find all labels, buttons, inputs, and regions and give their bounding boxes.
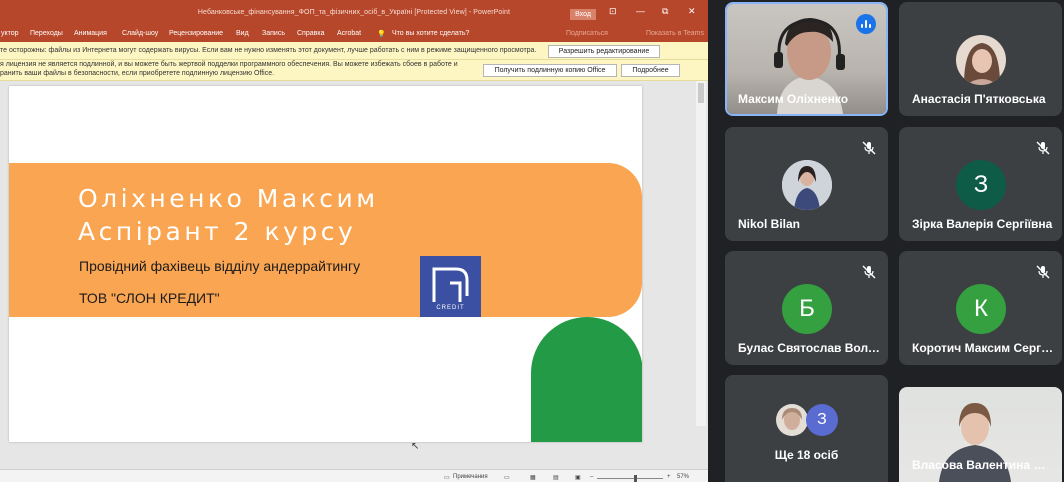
mic-off-icon — [1036, 265, 1050, 279]
license-message-line2: ранить ваши файлы в безопасности, если п… — [0, 70, 275, 77]
tab-acrobat[interactable]: Acrobat — [337, 30, 361, 37]
participant-name: Зірка Валерія Сергіївна — [912, 217, 1053, 231]
zoom-in-icon[interactable]: + — [667, 474, 671, 480]
zoom-level[interactable]: 57% — [677, 474, 689, 480]
slideshow-icon[interactable]: ▣ — [575, 474, 581, 481]
sign-hint: Подписаться — [566, 30, 608, 37]
ribbon-tabs: уктор Переходы Анимация Слайд-шоу Реценз… — [0, 28, 708, 42]
tab-view[interactable]: Вид — [236, 30, 249, 37]
participant-name: Коротич Максим Серг… — [912, 341, 1054, 355]
minimize-icon[interactable]: — — [636, 6, 645, 16]
zoom-slider[interactable] — [597, 478, 663, 479]
zoom-out-icon[interactable]: – — [590, 474, 593, 480]
notes-icon[interactable]: ▭ — [444, 474, 450, 481]
ribbon-display-icon[interactable]: ⊡ — [609, 6, 617, 17]
participant-name: Анастасія П'ятковська — [912, 92, 1046, 106]
tab-design[interactable]: уктор — [1, 30, 19, 37]
lightbulb-icon: 💡 — [377, 31, 386, 38]
avatar-photo — [956, 35, 1006, 85]
participant-tile-6[interactable]: К Коротич Максим Серг… — [899, 251, 1062, 365]
avatar-letter: З — [956, 160, 1006, 210]
avatar-letter: К — [956, 284, 1006, 334]
avatar-photo-image — [964, 43, 1000, 85]
green-arch-shape — [531, 317, 642, 442]
avatar-photo — [782, 160, 832, 210]
avatar-letter: Б — [782, 284, 832, 334]
mouse-cursor-icon: ↖ — [411, 441, 420, 452]
tab-animations[interactable]: Анимация — [74, 30, 107, 37]
participant-name: Булас Святослав Воло… — [738, 341, 880, 355]
participant-tile-5[interactable]: Б Булас Святослав Воло… — [725, 251, 888, 365]
reading-view-icon[interactable]: ▤ — [553, 474, 559, 481]
tab-slideshow[interactable]: Слайд-шоу — [122, 30, 158, 37]
powerpoint-window: Небанковське_фінансування_ФОП_та_фізични… — [0, 0, 708, 482]
zoom-slider-knob[interactable] — [634, 475, 637, 482]
title-bar: Небанковське_фінансування_ФОП_та_фізични… — [0, 0, 708, 28]
mic-off-icon — [1036, 141, 1050, 155]
speaking-indicator-icon — [856, 14, 876, 34]
slide-name-line: Оліхненко Максим — [78, 184, 379, 213]
license-warning-bar: я лицензия не является подлинной, и вы м… — [0, 60, 708, 81]
enable-editing-button[interactable]: Разрешить редактирование — [548, 45, 660, 58]
tab-help[interactable]: Справка — [297, 30, 324, 37]
tell-me-search[interactable]: Что вы хотите сделать? — [392, 30, 469, 37]
sign-in-button[interactable]: Вход — [570, 9, 596, 20]
tab-transitions[interactable]: Переходы — [30, 30, 63, 37]
avatar-photo-image — [782, 408, 802, 430]
status-bar: ▭ Примечания ▭ ▦ ▤ ▣ – + 57% — [0, 469, 708, 482]
participant-tile-4[interactable]: З Зірка Валерія Сергіївна — [899, 127, 1062, 241]
slide-role-line: Аспірант 2 курсу — [78, 217, 357, 246]
get-genuine-office-button[interactable]: Получить подлинную копию Office — [483, 64, 617, 77]
participant-name: Власова Валентина П… — [912, 458, 1054, 472]
participant-tile-1[interactable]: Максим Оліхненко — [725, 2, 888, 116]
logo-text: CREDIT — [436, 305, 465, 311]
protected-view-message: те осторожны: файлы из Интернета могут с… — [0, 47, 537, 54]
normal-view-icon[interactable]: ▭ — [504, 474, 510, 481]
slide-sorter-icon[interactable]: ▦ — [530, 474, 536, 481]
license-message-line1: я лицензия не является подлинной, и вы м… — [0, 61, 458, 68]
mic-off-icon — [862, 265, 876, 279]
avatar-photo-small — [776, 404, 808, 436]
participant-tile-3[interactable]: Nikol Bilan — [725, 127, 888, 241]
share-hint: Показать в Teams — [646, 30, 704, 37]
maximize-icon[interactable]: ⧉ — [662, 6, 668, 17]
participant-name: Nikol Bilan — [738, 217, 801, 231]
participant-tile-2[interactable]: Анастасія П'ятковська — [899, 2, 1062, 116]
window-title: Небанковське_фінансування_ФОП_та_фізични… — [197, 9, 511, 16]
tab-review[interactable]: Рецензирование — [169, 30, 223, 37]
more-participants-tile[interactable]: З Ще 18 осіб — [725, 375, 888, 482]
screen: Небанковське_фінансування_ФОП_та_фізични… — [0, 0, 1064, 482]
mic-off-icon — [862, 141, 876, 155]
slide-canvas-area: Оліхненко Максим Аспірант 2 курсу Провід… — [0, 81, 708, 469]
slide-position-line: Провідний фахівець відділу андеррайтингу — [79, 258, 361, 274]
more-participants-label: Ще 18 осіб — [774, 448, 839, 462]
learn-more-button[interactable]: Подробнее — [621, 64, 680, 77]
avatar-photo-image — [782, 160, 832, 210]
notes-button[interactable]: Примечания — [453, 474, 488, 480]
participant-tile-8[interactable]: Власова Валентина П… — [899, 387, 1062, 482]
slide: Оліхненко Максим Аспірант 2 курсу Провід… — [9, 86, 642, 442]
slon-credit-logo: CREDIT — [420, 256, 481, 317]
vertical-scrollbar[interactable] — [696, 81, 706, 426]
avatar-letter-small: З — [806, 404, 838, 436]
slide-company-line: ТОВ "СЛОН КРЕДИТ" — [79, 290, 220, 306]
scroll-thumb[interactable] — [698, 83, 704, 103]
protected-view-bar: те осторожны: файлы из Интернета могут с… — [0, 42, 708, 60]
tab-record[interactable]: Запись — [262, 30, 285, 37]
close-icon[interactable]: ✕ — [688, 6, 696, 17]
participant-name: Максим Оліхненко — [738, 92, 849, 106]
